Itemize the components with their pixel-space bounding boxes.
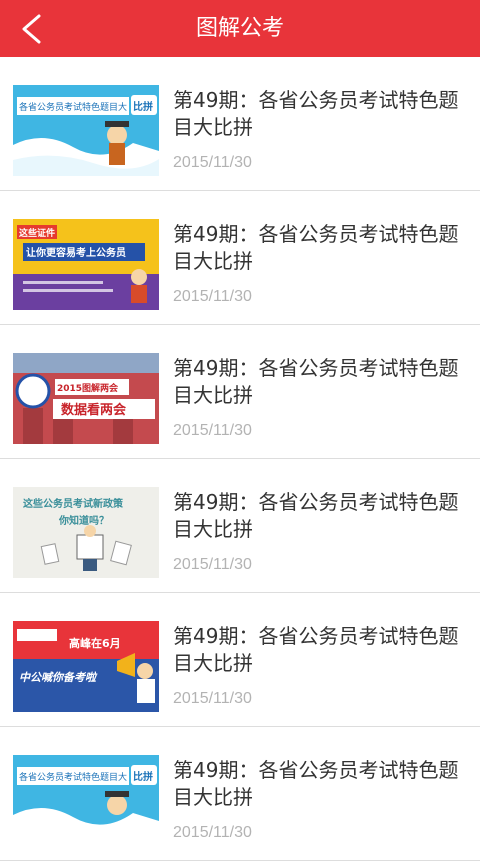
thumb-caption-2: 比拼 — [133, 770, 153, 783]
page-title: 图解公考 — [195, 16, 284, 41]
article-title: 第49期：各省公务员考试特色题目大比拼 — [173, 624, 459, 675]
article-title: 第49期：各省公务员考试特色题目大比拼 — [173, 88, 459, 139]
list-item[interactable]: 高峰在6月 中公喊你备考啦 第49期：各省公务员考试特色题目大比拼 2015/1… — [0, 593, 480, 727]
thumb-caption: 各省公务员考试特色题目大 — [19, 771, 127, 783]
list-item[interactable]: 2015图解两会 数据看两会 第49期：各省公务员考试特色题目大比拼 2015/… — [0, 325, 480, 459]
article-title: 第49期：各省公务员考试特色题目大比拼 — [173, 356, 459, 407]
article-date: 2015/11/30 — [173, 154, 252, 171]
article-date: 2015/11/30 — [173, 288, 252, 305]
article-date: 2015/11/30 — [173, 824, 252, 841]
thumb-caption-2: 中公喊你备考啦 — [19, 671, 98, 684]
article-title: 第49期：各省公务员考试特色题目大比拼 — [173, 758, 459, 809]
thumb-caption-2: 你知道吗？ — [58, 514, 109, 527]
thumb-caption: 高峰在6月 — [69, 636, 121, 650]
list-item[interactable]: 这些公务员考试新政策 你知道吗？ 第49期：各省公务员考试特色题目大比拼 201… — [0, 459, 480, 593]
app-header: 图解公考 — [0, 0, 480, 57]
article-thumbnail: 这些证件 让你更容易考上公务员 — [13, 219, 159, 310]
thumb-caption-2: 让你更容易考上公务员 — [26, 246, 126, 259]
article-date: 2015/11/30 — [173, 422, 252, 439]
article-thumbnail: 各省公务员考试特色题目大 比拼 — [13, 755, 159, 846]
article-list: 各省公务员考试特色题目大 比拼 第49期：各省公务员考试特色题目大比拼 2015… — [0, 57, 480, 861]
list-item[interactable]: 这些证件 让你更容易考上公务员 第49期：各省公务员考试特色题目大比拼 2015… — [0, 191, 480, 325]
article-thumbnail: 各省公务员考试特色题目大 比拼 — [13, 85, 159, 176]
thumb-caption: 这些公务员考试新政策 — [23, 497, 124, 510]
thumb-caption-2: 比拼 — [133, 100, 153, 113]
list-item[interactable]: 各省公务员考试特色题目大 比拼 第49期：各省公务员考试特色题目大比拼 2015… — [0, 727, 480, 861]
article-thumbnail: 高峰在6月 中公喊你备考啦 — [13, 621, 159, 712]
thumb-caption: 各省公务员考试特色题目大 — [19, 101, 127, 113]
article-title: 第49期：各省公务员考试特色题目大比拼 — [173, 222, 459, 273]
article-date: 2015/11/30 — [173, 690, 252, 707]
article-title: 第49期：各省公务员考试特色题目大比拼 — [173, 490, 459, 541]
thumb-caption-2: 数据看两会 — [61, 402, 127, 418]
article-date: 2015/11/30 — [173, 556, 252, 573]
thumb-caption: 这些证件 — [19, 227, 55, 239]
article-thumbnail: 这些公务员考试新政策 你知道吗？ — [13, 487, 159, 578]
list-item[interactable]: 各省公务员考试特色题目大 比拼 第49期：各省公务员考试特色题目大比拼 2015… — [0, 57, 480, 191]
article-thumbnail: 2015图解两会 数据看两会 — [13, 353, 159, 444]
thumb-caption: 2015图解两会 — [57, 382, 119, 394]
